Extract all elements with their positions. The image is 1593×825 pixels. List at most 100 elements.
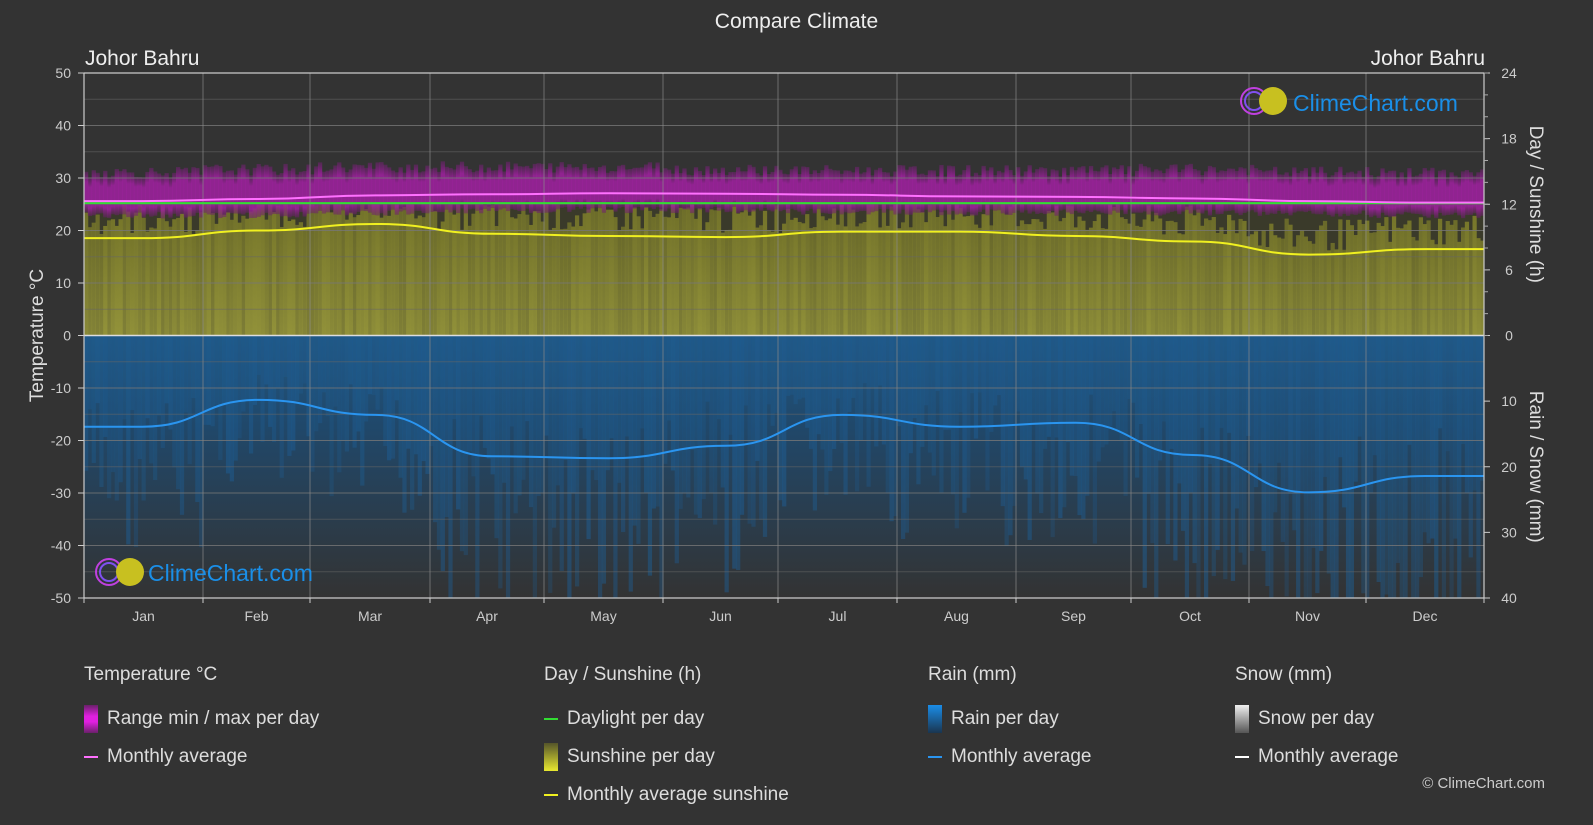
rain-per-day-bar: [724, 335, 729, 593]
rain-per-day-bar: [559, 335, 564, 571]
temperature-range-bar: [141, 177, 146, 218]
sunshine-per-day-bar: [256, 204, 261, 336]
sunshine-per-day-bar: [379, 217, 384, 336]
sunshine-per-day-bar: [1211, 217, 1216, 336]
sunshine-per-day-bar: [486, 206, 491, 336]
temperature-range-bar: [812, 170, 818, 214]
rain-per-day-bar: [367, 335, 373, 395]
sunshine-per-day-bar: [498, 204, 503, 336]
sunshine-per-day-bar: [1077, 216, 1082, 336]
temperature-range-bar: [176, 167, 181, 217]
rain-per-day-bar: [1418, 335, 1424, 578]
temperature-range-bar: [1200, 175, 1205, 214]
rain-per-day-bar: [624, 335, 630, 437]
rain-per-day-bar: [179, 335, 185, 515]
rain-per-day-bar: [1227, 335, 1232, 433]
rain-per-day-bar: [1108, 335, 1113, 426]
temperature-range-bar: [927, 170, 933, 213]
legend-bar-swatch-icon: [928, 705, 942, 733]
rain-per-day-bar: [1280, 335, 1285, 542]
sunshine-per-day-bar: [866, 204, 871, 336]
rain-per-day-bar: [697, 335, 702, 519]
temperature-range-bar: [179, 169, 185, 215]
temperature-range-bar: [433, 167, 438, 212]
sunshine-per-day-bar: [114, 225, 119, 336]
temperature-range-bar: [448, 167, 453, 213]
sunshine-per-day-bar: [716, 207, 722, 336]
temperature-range-bar: [1035, 169, 1040, 215]
temperature-range-bar: [160, 175, 165, 219]
temperature-range-bar: [766, 173, 771, 211]
sunshine-per-day-bar: [1384, 217, 1389, 336]
temperature-range-bar: [1138, 163, 1144, 213]
sunshine-per-day-bar: [1322, 220, 1328, 336]
climate-chart: 50 40 30 20 10 0 -10 -20 -30 -40 -50 Temperature °C…: [27, 65, 1546, 624]
sunshine-per-day-bar: [582, 213, 587, 336]
rain-per-day-bar: [605, 335, 610, 471]
sunshine-per-day-bar: [352, 217, 357, 336]
temperature-range-bar: [1115, 168, 1121, 213]
right-tick-label: 20: [1501, 459, 1517, 475]
legend-item: Rain per day: [928, 700, 1091, 738]
temperature-range-bar: [1223, 170, 1228, 212]
rain-per-day-bar: [317, 335, 323, 424]
rain-per-day-bar: [325, 335, 330, 417]
temperature-range-bar: [1472, 175, 1477, 214]
sunshine-per-day-bar: [302, 226, 307, 336]
sunshine-per-day-bar: [1204, 218, 1209, 336]
x-tick-label: Mar: [358, 608, 382, 624]
temperature-range-bar: [536, 163, 541, 214]
rain-per-day-bar: [248, 335, 254, 454]
sunshine-per-day-bar: [168, 226, 173, 336]
rain-per-day-bar: [413, 335, 419, 455]
temperature-range-bar: [187, 172, 192, 217]
temperature-range-bar: [1368, 175, 1374, 218]
rain-per-day-bar: [1165, 335, 1170, 545]
sunshine-per-day-bar: [912, 204, 917, 336]
legend-item-label: Monthly average: [1258, 746, 1399, 767]
rain-per-day-bar: [904, 335, 910, 533]
legend-item-label: Monthly average: [951, 746, 1092, 767]
sunshine-per-day-bar: [1111, 206, 1117, 336]
rain-per-day-bar: [743, 335, 748, 406]
rain-per-day-bar: [1046, 335, 1051, 437]
sunshine-per-day-bar: [1180, 234, 1186, 336]
temperature-range-bar: [1273, 166, 1278, 214]
temperature-range-bar: [732, 171, 737, 207]
temperature-range-bar: [1345, 172, 1351, 216]
sunshine-per-day-bar: [644, 206, 649, 336]
sunshine-per-day-bar: [820, 216, 825, 336]
rain-per-day-bar: [831, 335, 837, 449]
rain-per-day-bar: [732, 335, 737, 569]
rain-per-day-bar: [1265, 335, 1270, 587]
temperature-range-bar: [563, 167, 568, 208]
temperature-range-bar: [1303, 168, 1308, 213]
rain-per-day-bar: [636, 335, 641, 544]
temperature-range-bar: [674, 165, 679, 213]
sunshine-per-day-bar: [1027, 224, 1032, 336]
sunshine-per-day-bar: [628, 229, 633, 336]
temperature-range-bar: [241, 164, 246, 215]
sunshine-per-day-bar: [1073, 227, 1078, 336]
sunshine-per-day-bar: [1391, 215, 1397, 336]
temperature-range-bar: [1027, 165, 1032, 214]
rain-per-day-bar: [912, 335, 917, 419]
x-tick-label: Jun: [709, 608, 732, 624]
rain-per-day-bar: [406, 335, 411, 449]
temperature-range-bar: [1046, 175, 1051, 214]
rain-per-day-bar: [1069, 335, 1074, 476]
temperature-range-bar: [962, 170, 967, 215]
x-tick-label: Jul: [829, 608, 847, 624]
sunshine-per-day-bar: [317, 204, 323, 336]
temperature-range-bar: [133, 176, 139, 216]
left-tick-label: -10: [51, 380, 71, 396]
sunshine-per-day-bar: [1449, 224, 1454, 336]
sunshine-per-day-bar: [1257, 245, 1262, 336]
sunshine-per-day-bar: [1292, 246, 1297, 336]
temperature-range-bar: [1434, 177, 1439, 219]
sunshine-per-day-bar: [686, 207, 691, 336]
sunshine-per-day-bar: [885, 225, 890, 336]
temperature-range-bar: [91, 170, 96, 216]
sunshine-per-day-bar: [337, 204, 342, 336]
temperature-range-bar: [1146, 167, 1151, 215]
